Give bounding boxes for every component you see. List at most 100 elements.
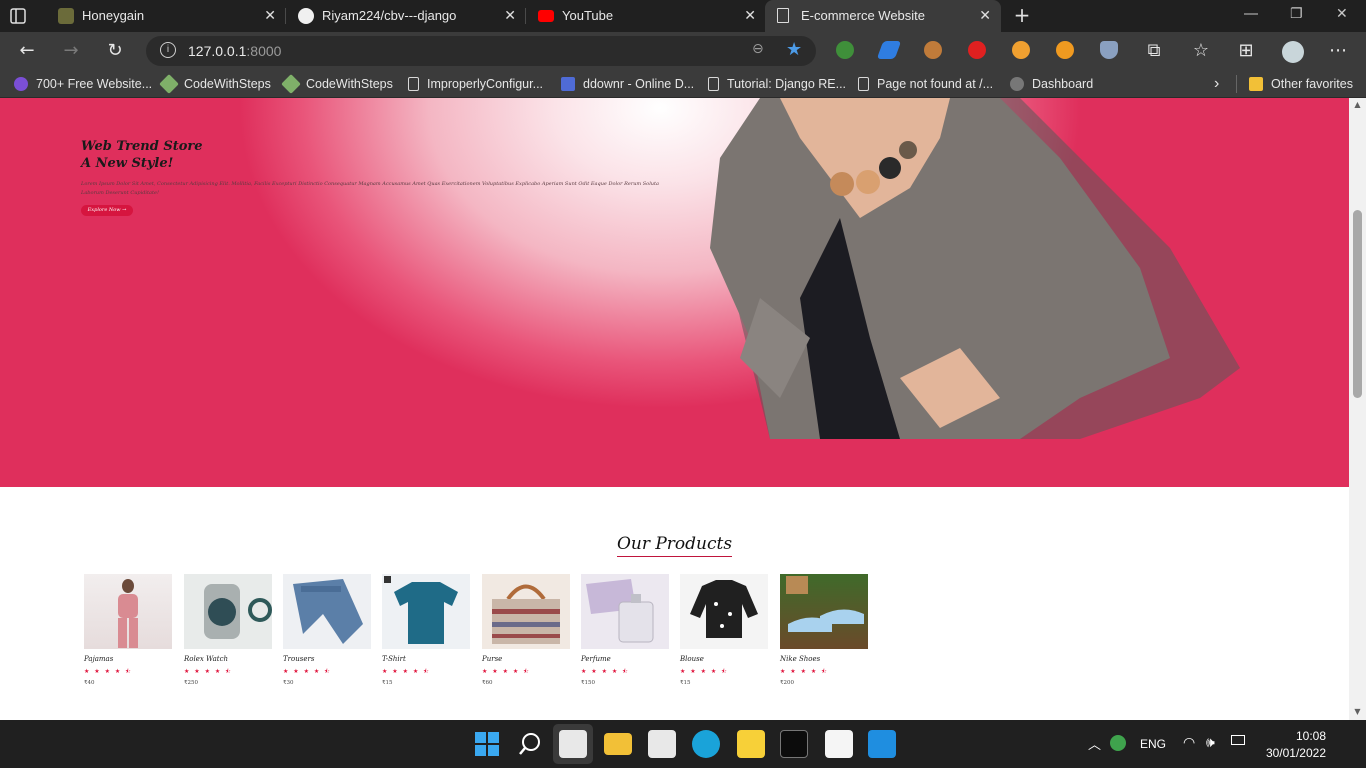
product-image[interactable] [780,574,868,649]
favorite-star-icon[interactable]: ★ [786,39,802,60]
close-tab-icon[interactable]: ✕ [264,7,276,25]
product-image[interactable] [581,574,669,649]
extension-globe-icon[interactable] [836,41,854,59]
volume-icon[interactable]: 🕪 [1206,734,1215,751]
tab-ecommerce[interactable]: E-commerce Website ✕ [765,0,1001,32]
extension-adblock-icon[interactable] [968,41,986,59]
page-scrollbar[interactable]: ▲ ▼ [1349,98,1366,720]
minimize-icon[interactable]: ― [1244,6,1258,22]
profile-avatar[interactable] [1282,41,1304,63]
bookmark-item[interactable]: 700+ Free Website... [14,75,152,93]
extension-arrow-icon[interactable] [876,41,902,59]
extension-timer-icon[interactable] [1056,41,1074,59]
vscode-icon[interactable] [868,730,896,758]
product-card[interactable]: T-Shirt ★ ★ ★ ★ ⯪ ₹15 [382,574,470,694]
tab-actions-icon[interactable] [8,6,32,26]
scroll-up-icon[interactable]: ▲ [1352,100,1363,110]
zoom-icon[interactable]: ⊖ [752,41,764,57]
extensions-puzzle-icon[interactable]: ⧉ [1143,40,1165,62]
bookmark-item[interactable]: Page not found at /... [858,75,993,93]
bookmark-item[interactable]: CodeWithSteps [281,74,393,94]
favorites-icon[interactable]: ☆ [1190,40,1212,62]
close-tab-icon[interactable]: ✕ [979,7,991,25]
notion-icon[interactable] [825,730,853,758]
url-text[interactable]: 127.0.0.1:8000 [188,43,281,59]
tab-honeygain[interactable]: Honeygain ✕ [46,0,286,32]
explore-now-button[interactable]: Explore Now → [81,205,133,216]
snipping-tool-icon[interactable] [559,730,587,758]
product-name[interactable]: Nike Shoes [780,655,820,663]
search-icon[interactable] [516,730,544,758]
product-card[interactable]: Trousers ★ ★ ★ ★ ⯪ ₹30 [283,574,371,694]
new-tab-button[interactable]: + [1011,4,1033,26]
product-name[interactable]: Trousers [283,655,314,663]
file-explorer-icon[interactable] [604,733,632,755]
product-card[interactable]: Rolex Watch ★ ★ ★ ★ ⯪ ₹250 [184,574,272,694]
tab-title: E-commerce Website [801,8,926,23]
product-card[interactable]: Nike Shoes ★ ★ ★ ★ ⯪ ₹200 [780,574,868,694]
bookmark-label: Tutorial: Django RE... [727,77,847,91]
bookmark-item[interactable]: ddownr - Online D... [561,75,694,93]
site-info-icon[interactable]: i [160,42,176,58]
product-image[interactable] [382,574,470,649]
battery-icon[interactable] [1231,735,1245,745]
refresh-icon[interactable]: ↻ [104,40,126,62]
product-name[interactable]: Pajamas [84,655,113,663]
bookmark-item[interactable]: CodeWithSteps [159,74,271,94]
forward-icon[interactable]: → [60,40,82,62]
scroll-down-icon[interactable]: ▼ [1352,707,1363,717]
show-hidden-icons[interactable]: ︿ [1088,734,1101,753]
folder-icon [1249,77,1263,91]
scrollbar-thumb[interactable] [1353,210,1362,398]
other-favorites[interactable]: Other favorites [1249,75,1353,93]
close-window-icon[interactable]: ✕ [1336,6,1348,22]
extension-cookie-icon[interactable] [924,41,942,59]
tab-youtube[interactable]: YouTube ✕ [526,0,766,32]
bookmark-item[interactable]: Tutorial: Django RE... [708,75,846,93]
sticky-notes-icon[interactable] [737,730,765,758]
terminal-icon[interactable] [780,730,808,758]
product-name[interactable]: Blouse [680,655,704,663]
product-image[interactable] [482,574,570,649]
product-price: ₹60 [482,680,493,686]
bookmark-item[interactable]: ImproperlyConfigur... [408,75,543,93]
tab-github[interactable]: Riyam224/cbv---django ✕ [286,0,526,32]
store-icon[interactable] [648,730,676,758]
bookmarks-overflow-icon[interactable]: › [1214,75,1219,93]
back-icon[interactable]: ← [16,40,38,62]
close-tab-icon[interactable]: ✕ [744,7,756,25]
extension-shield-icon[interactable] [1100,41,1118,59]
language-indicator[interactable]: ENG [1140,737,1166,751]
product-rating: ★ ★ ★ ★ ⯪ [84,668,133,675]
product-image[interactable] [680,574,768,649]
bookmark-icon [1010,77,1024,91]
product-name[interactable]: Rolex Watch [184,655,228,663]
product-card[interactable]: Pajamas ★ ★ ★ ★ ⯪ ₹40 [84,574,172,694]
address-bar[interactable]: i 127.0.0.1:8000 ⊖ ★ [146,36,816,66]
product-rating: ★ ★ ★ ★ ⯪ [283,668,332,675]
product-name[interactable]: Purse [482,655,502,663]
product-name[interactable]: Perfume [581,655,611,663]
clock-date[interactable]: 30/01/2022 [1262,746,1326,760]
start-icon[interactable] [473,730,501,758]
edge-icon[interactable] [692,730,720,758]
restore-icon[interactable]: ❐ [1290,6,1303,22]
product-image[interactable] [283,574,371,649]
hero-title-line1: Web Trend Store [81,139,203,154]
product-card[interactable]: Purse ★ ★ ★ ★ ⯪ ₹60 [482,574,570,694]
products-section-title: Our Products [0,534,1349,557]
product-card[interactable]: Perfume ★ ★ ★ ★ ⯪ ₹150 [581,574,669,694]
product-card[interactable]: Blouse ★ ★ ★ ★ ⯪ ₹15 [680,574,768,694]
clock-time[interactable]: 10:08 [1294,729,1326,743]
extension-honey-icon[interactable] [1012,41,1030,59]
product-price: ₹30 [283,680,294,686]
product-name[interactable]: T-Shirt [382,655,406,663]
collections-icon[interactable]: ⊞ [1235,40,1257,62]
product-image[interactable] [84,574,172,649]
tray-app-icon[interactable] [1110,735,1126,751]
bookmark-item[interactable]: Dashboard [1010,75,1093,93]
close-tab-icon[interactable]: ✕ [504,7,516,25]
product-image[interactable] [184,574,272,649]
more-options-icon[interactable]: ⋯ [1327,40,1349,62]
wifi-icon[interactable]: ◠ [1183,734,1195,751]
